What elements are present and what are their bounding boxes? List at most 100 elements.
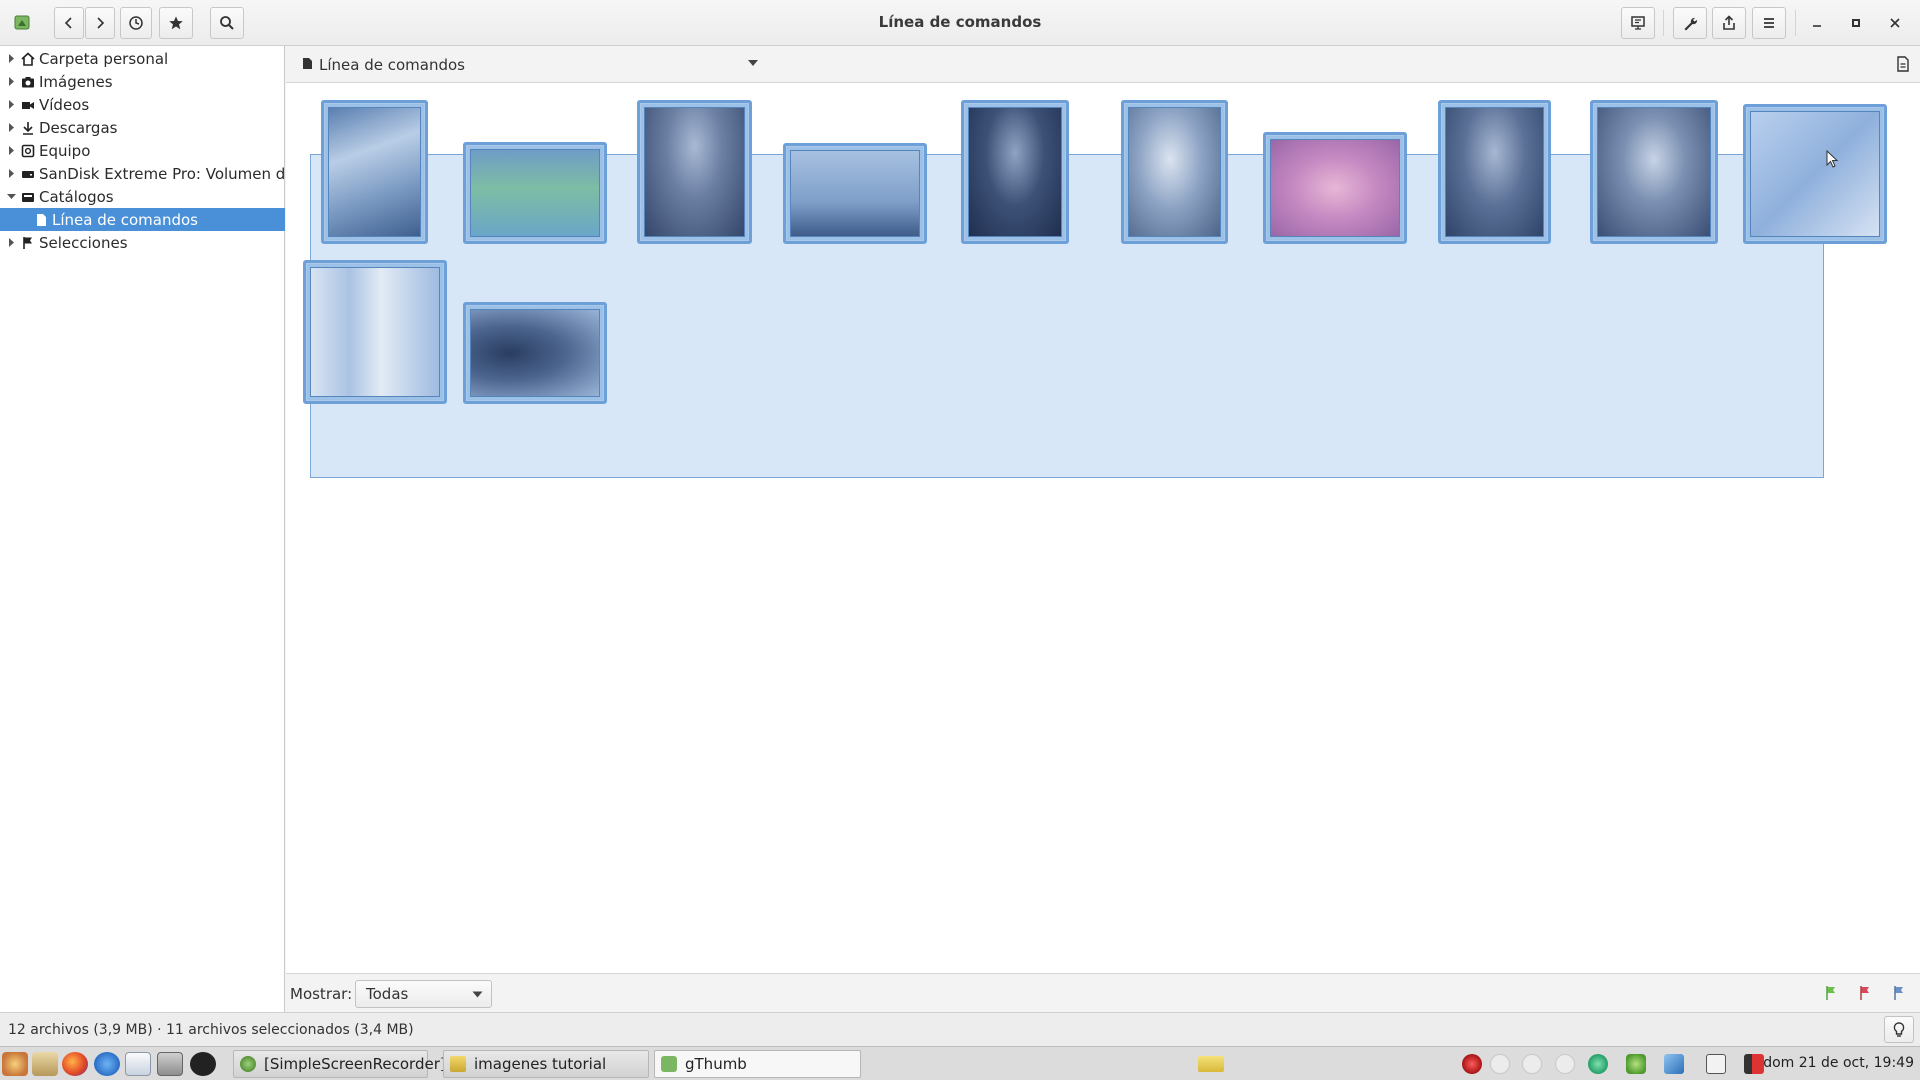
filter-select[interactable]: Todas (355, 980, 492, 1008)
chevron-right-icon (97, 17, 105, 29)
red-flag-icon[interactable] (1857, 985, 1873, 1001)
catalog-icon (20, 189, 36, 205)
filter-label: Mostrar: (290, 985, 353, 1003)
catalog-file-icon (33, 212, 49, 228)
sidebar-item-label: Descargas (39, 118, 118, 137)
expander-right-icon[interactable] (7, 123, 16, 132)
file-manager-launcher-icon[interactable] (157, 1052, 183, 1076)
document-viewer-launcher-icon[interactable] (125, 1052, 151, 1076)
minimize-icon (1813, 25, 1821, 27)
sidebar-item-descargas[interactable]: Descargas (0, 116, 285, 139)
sidebar-item-label: Selecciones (39, 233, 128, 252)
info-tray-icon[interactable] (1490, 1054, 1510, 1074)
tip-button[interactable] (1884, 1016, 1914, 1043)
shield-icon[interactable] (1626, 1054, 1646, 1074)
home-icon (20, 51, 36, 67)
minimize-button[interactable] (1804, 10, 1830, 36)
sidebar-item-equipo[interactable]: Equipo (0, 139, 285, 162)
location-button[interactable]: Línea de comandos (296, 52, 471, 78)
volume-icon[interactable] (1744, 1054, 1764, 1074)
status-bar: 12 archivos (3,9 MB) · 11 archivos selec… (0, 1012, 1920, 1046)
blue-flag-icon[interactable] (1891, 985, 1907, 1001)
task-imagenes-tutorial[interactable]: imagenes tutorial (443, 1050, 649, 1078)
thumbnail-image (790, 150, 920, 237)
computer-icon (20, 143, 36, 159)
network-tray-icon[interactable] (1664, 1054, 1684, 1074)
search-button[interactable] (210, 7, 244, 39)
thumbnail-item[interactable] (321, 100, 428, 244)
firefox-launcher-icon[interactable] (62, 1052, 88, 1076)
chevron-left-icon (64, 17, 72, 29)
thumbnail-item[interactable] (783, 143, 927, 244)
expander-down-icon[interactable] (7, 192, 16, 201)
thumbnail-item[interactable] (463, 302, 607, 404)
sidebar-item-linea-de-comandos[interactable]: Línea de comandos (0, 208, 285, 231)
task-simplescreenrecorder[interactable]: [SimpleScreenRecorder] (233, 1050, 446, 1078)
text-editor-launcher-icon[interactable] (32, 1052, 58, 1076)
green-flag-icon[interactable] (1823, 985, 1839, 1001)
thumbnail-item[interactable] (1121, 100, 1228, 244)
recorder-icon (240, 1056, 256, 1072)
maximize-button[interactable] (1843, 10, 1869, 36)
record-tray-icon[interactable] (1462, 1054, 1482, 1074)
expander-right-icon[interactable] (7, 238, 16, 247)
dropdown-arrow-icon[interactable] (747, 59, 759, 67)
main-menu-button[interactable] (1752, 7, 1786, 39)
thumbnail-image (1750, 111, 1880, 237)
expander-right-icon[interactable] (7, 169, 16, 178)
thumbnail-item[interactable] (1590, 100, 1718, 244)
sidebar-item-label: SanDisk Extreme Pro: Volumen d... (39, 164, 285, 183)
thumbnail-item[interactable] (303, 260, 447, 404)
thumbnail-item[interactable] (961, 100, 1069, 244)
share-icon (1723, 15, 1735, 30)
share-button[interactable] (1712, 7, 1746, 39)
thumbnail-item[interactable] (463, 142, 607, 244)
sidebar-item-sandisk[interactable]: SanDisk Extreme Pro: Volumen d... (0, 162, 285, 185)
chromium-launcher-icon[interactable] (94, 1052, 120, 1076)
sidebar-item-videos[interactable]: Vídeos (0, 93, 285, 116)
back-button[interactable] (54, 7, 84, 39)
expander-right-icon[interactable] (7, 100, 16, 109)
hamburger-menu-icon (1764, 18, 1774, 28)
header-separator (1795, 10, 1796, 36)
clipboard-tray-icon[interactable] (1706, 1054, 1726, 1074)
expander-right-icon[interactable] (7, 146, 16, 155)
clock-icon (129, 16, 143, 30)
update-tray-icon[interactable] (1588, 1054, 1608, 1074)
folder-tray-icon[interactable] (1198, 1056, 1224, 1072)
thumbnail-image (1270, 139, 1400, 237)
gthumb-app-icon (14, 15, 30, 30)
sidebar: Carpeta personal Imágenes Vídeos Descarg… (0, 46, 285, 1012)
sidebar-item-label: Imágenes (39, 72, 113, 91)
sidebar-item-carpeta-personal[interactable]: Carpeta personal (0, 47, 285, 70)
terminal-launcher-icon[interactable] (190, 1052, 216, 1076)
presentation-icon (1631, 16, 1645, 30)
forward-button[interactable] (85, 7, 115, 39)
thumbnail-item[interactable] (1438, 100, 1551, 244)
tools-button[interactable] (1673, 7, 1707, 39)
sidebar-item-catalogos[interactable]: Catálogos (0, 185, 285, 208)
clock[interactable]: dom 21 de oct, 19:49 (1763, 1055, 1914, 1071)
thumbnail-item[interactable] (637, 100, 752, 244)
sidebar-item-imagenes[interactable]: Imágenes (0, 70, 285, 93)
search-icon (220, 16, 234, 30)
slideshow-button[interactable] (1621, 7, 1655, 39)
thumbnail-item[interactable] (1743, 104, 1887, 244)
caps-lock-tray-icon[interactable] (1555, 1054, 1575, 1074)
bookmarks-button[interactable] (159, 7, 193, 39)
taskbar: [SimpleScreenRecorder] imagenes tutorial… (0, 1046, 1920, 1080)
mouse-pointer-icon (1826, 150, 1839, 168)
task-gthumb[interactable]: gThumb (654, 1050, 861, 1078)
header-separator (1663, 10, 1664, 36)
expander-right-icon[interactable] (7, 54, 16, 63)
history-button[interactable] (120, 7, 152, 39)
filter-selected-value: Todas (366, 985, 409, 1003)
catalog-file-icon (302, 56, 313, 74)
file-properties-icon[interactable] (1896, 56, 1910, 72)
num-lock-tray-icon[interactable] (1522, 1054, 1542, 1074)
thumbnail-item[interactable] (1263, 132, 1407, 244)
app-menu-icon[interactable] (2, 1052, 28, 1076)
expander-right-icon[interactable] (7, 77, 16, 86)
close-button[interactable] (1882, 10, 1908, 36)
sidebar-item-selecciones[interactable]: Selecciones (0, 231, 285, 254)
